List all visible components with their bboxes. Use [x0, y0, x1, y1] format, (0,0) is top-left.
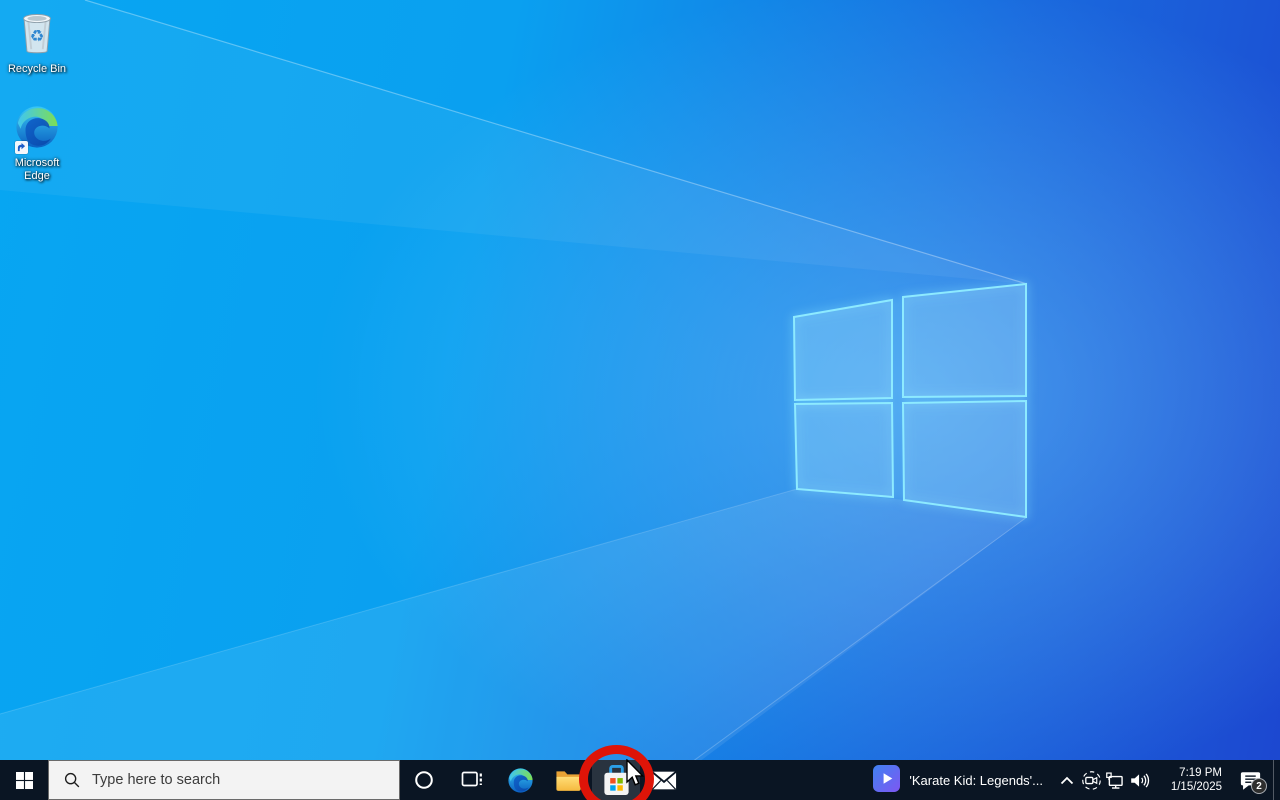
meet-now-button[interactable] — [1079, 760, 1103, 800]
speaker-icon — [1130, 773, 1149, 787]
taskbar-clock[interactable]: 7:19 PM 1/15/2025 — [1151, 760, 1227, 800]
desktop-icon-microsoft-edge[interactable]: Microsoft Edge — [1, 104, 73, 183]
task-view-icon — [461, 771, 482, 787]
hidden-icons-button[interactable] — [1055, 760, 1079, 800]
notification-badge: 2 — [1251, 778, 1267, 794]
chevron-up-icon — [1060, 776, 1074, 784]
windows-start-icon — [15, 771, 33, 789]
edge-icon — [507, 767, 533, 793]
svg-text:♻: ♻ — [30, 27, 45, 46]
taskbar-file-explorer-button[interactable] — [544, 760, 592, 800]
video-camera-icon — [1081, 770, 1101, 790]
task-view-button[interactable] — [448, 760, 496, 800]
taskbar-edge-button[interactable] — [496, 760, 544, 800]
taskbar-search-input[interactable]: Type here to search — [48, 760, 400, 800]
mail-icon — [651, 770, 677, 790]
windows-logo-light — [0, 0, 1028, 800]
network-icon — [1105, 771, 1123, 789]
desktop-icon-label: Microsoft Edge — [14, 157, 60, 182]
taskbar-mail-button[interactable] — [640, 760, 688, 800]
cortana-button[interactable] — [400, 760, 448, 800]
network-button[interactable] — [1103, 760, 1127, 800]
show-desktop-button[interactable] — [1273, 760, 1280, 800]
shortcut-arrow-icon — [15, 141, 28, 154]
search-icon — [64, 772, 80, 788]
taskbar-store-button[interactable] — [592, 760, 640, 800]
taskbar-empty-space — [688, 760, 863, 800]
file-explorer-icon — [555, 771, 581, 791]
search-placeholder: Type here to search — [92, 772, 221, 788]
desktop-wallpaper — [0, 0, 1280, 800]
desktop-icon-recycle-bin[interactable]: ♻ Recycle Bin — [1, 6, 73, 76]
windows-desktop: ♻ Recycle Bin Microsoft Edge Type here t… — [0, 0, 1280, 800]
volume-button[interactable] — [1127, 760, 1151, 800]
taskbar-movies-tv-button[interactable]: 'Karate Kid: Legends'... — [863, 760, 1055, 800]
movies-tv-icon — [873, 765, 901, 795]
action-center-button[interactable]: 2 — [1227, 760, 1273, 800]
start-button[interactable] — [0, 760, 48, 800]
cortana-circle-icon — [415, 771, 433, 789]
clock-time: 7:19 PM — [1179, 767, 1222, 779]
clock-date: 1/15/2025 — [1170, 781, 1222, 793]
edge-logo-icon — [14, 104, 60, 155]
recycle-bin-icon: ♻ — [14, 6, 60, 61]
movies-tv-window-title: 'Karate Kid: Legends'... — [909, 772, 1043, 788]
microsoft-store-icon — [603, 764, 629, 795]
taskbar: Type here to search 'Karate Kid: Legends… — [0, 760, 1280, 800]
desktop-icon-label: Recycle Bin — [7, 63, 67, 75]
